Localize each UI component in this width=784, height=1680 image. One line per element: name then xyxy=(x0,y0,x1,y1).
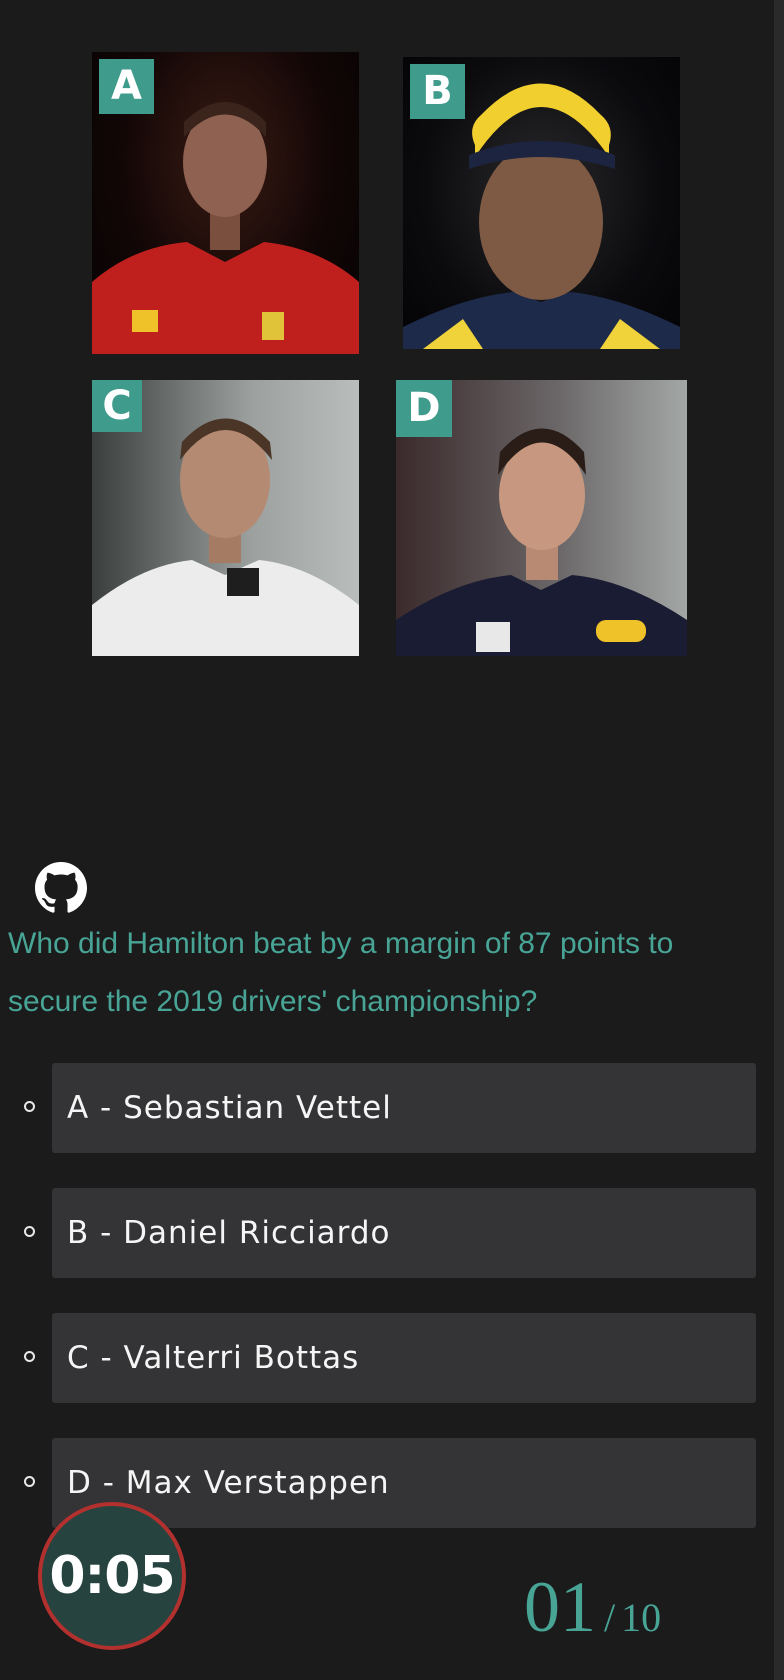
photo-letter-b: B xyxy=(410,64,465,119)
answer-option-b[interactable]: B - Daniel Ricciardo xyxy=(0,1188,760,1278)
current-question-number: 01 xyxy=(524,1567,596,1647)
answer-button-b[interactable]: B - Daniel Ricciardo xyxy=(52,1188,756,1278)
question-counter: 01/10 xyxy=(524,1566,661,1649)
total-questions: 10 xyxy=(621,1595,662,1640)
question-text: Who did Hamilton beat by a margin of 87 … xyxy=(8,927,674,1018)
radio-icon[interactable] xyxy=(24,1101,35,1112)
photo-letter-a: A xyxy=(99,59,154,114)
radio-icon[interactable] xyxy=(24,1476,35,1487)
counter-separator: / xyxy=(604,1595,616,1640)
answer-option-a[interactable]: A - Sebastian Vettel xyxy=(0,1063,760,1153)
scrollbar[interactable] xyxy=(774,0,784,1680)
answer-option-c[interactable]: C - Valterri Bottas xyxy=(0,1313,760,1403)
github-icon[interactable] xyxy=(35,862,87,914)
answer-button-a[interactable]: A - Sebastian Vettel xyxy=(52,1063,756,1153)
photo-letter-d: D xyxy=(396,380,452,437)
driver-photo-b: B xyxy=(403,57,680,349)
radio-icon[interactable] xyxy=(24,1351,35,1362)
timer-value: 0:05 xyxy=(49,1546,175,1606)
driver-photo-c: C xyxy=(92,380,359,656)
countdown-timer: 0:05 xyxy=(38,1502,186,1650)
photo-letter-c: C xyxy=(92,380,142,432)
radio-icon[interactable] xyxy=(24,1226,35,1237)
answer-button-c[interactable]: C - Valterri Bottas xyxy=(52,1313,756,1403)
driver-photo-d: D xyxy=(396,380,687,656)
driver-photo-a: A xyxy=(92,52,359,354)
